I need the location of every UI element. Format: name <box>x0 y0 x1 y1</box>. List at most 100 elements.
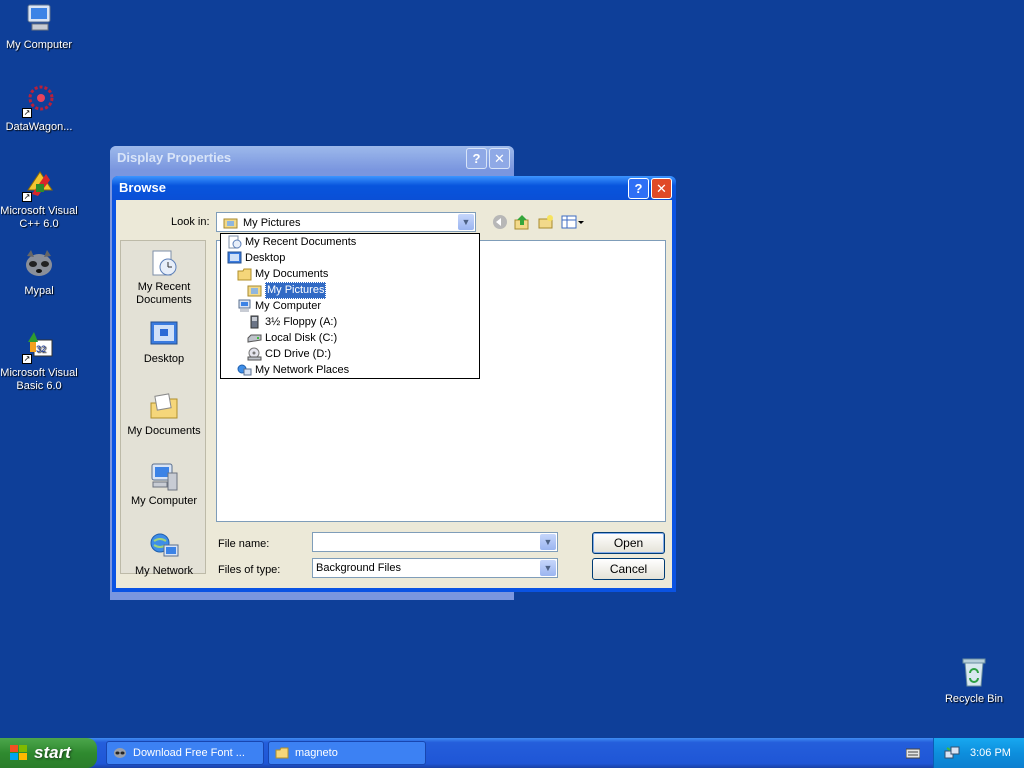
recent-documents-icon <box>148 247 180 279</box>
folder-icon <box>275 747 289 759</box>
place-label: Desktop <box>143 353 185 365</box>
task-button-magneto[interactable]: magneto <box>268 741 426 765</box>
place-label: My Network <box>134 565 194 577</box>
back-icon[interactable] <box>490 214 510 232</box>
visual-cpp-icon: ↗ <box>22 168 56 202</box>
desktop-icon-my-computer[interactable]: My Computer <box>0 2 78 52</box>
chevron-down-icon[interactable]: ▼ <box>540 560 556 576</box>
windows-flag-icon <box>10 745 27 760</box>
computer-icon <box>238 299 251 312</box>
taskbar: start Download Free Font ... magneto 3:0… <box>0 738 1024 768</box>
dropdown-item-label: My Documents <box>255 267 329 280</box>
place-label: My Recent Documents <box>136 281 192 306</box>
folder-icon <box>237 268 252 281</box>
dropdown-item-local-disk[interactable]: Local Disk (C:) <box>245 330 340 346</box>
svg-text:32: 32 <box>36 344 46 354</box>
place-label: My Documents <box>127 425 201 437</box>
desktop-icon-visual-basic[interactable]: 32 ↗ Microsoft Visual Basic 6.0 <box>0 330 78 393</box>
dropdown-item-my-documents[interactable]: My Documents <box>235 266 331 282</box>
floppy-icon <box>250 315 259 329</box>
browse-client-area: Look in: My Pictures ▼ My Recent Documen… <box>116 200 672 588</box>
desktop-icon-mypal[interactable]: Mypal <box>0 248 78 298</box>
dropdown-item-my-pictures[interactable]: My Pictures <box>245 281 329 299</box>
help-button[interactable]: ? <box>466 148 487 169</box>
start-button[interactable]: start <box>0 738 97 768</box>
dropdown-item-label: My Recent Documents <box>245 235 357 248</box>
close-button[interactable]: ✕ <box>651 178 672 199</box>
place-desktop[interactable]: Desktop <box>121 319 207 366</box>
files-of-type-value: Background Files <box>316 562 401 574</box>
dropdown-item-label: My Pictures <box>265 281 327 299</box>
places-bar: My Recent Documents Desktop My Documents… <box>120 240 207 577</box>
my-documents-icon <box>148 391 180 423</box>
place-my-network[interactable]: My Network <box>121 531 207 578</box>
my-network-icon <box>148 531 180 563</box>
close-button[interactable]: ✕ <box>489 148 510 169</box>
hard-disk-icon <box>247 334 262 343</box>
display-properties-titlebar[interactable]: Display Properties ? ✕ <box>110 146 514 170</box>
up-folder-icon[interactable] <box>512 214 532 232</box>
shortcut-arrow-icon: ↗ <box>22 108 32 118</box>
my-computer-icon <box>148 461 180 493</box>
dropdown-item-cd-drive[interactable]: CD Drive (D:) <box>245 346 334 362</box>
task-button-download-free-font[interactable]: Download Free Font ... <box>106 741 264 765</box>
dropdown-item-recent-documents[interactable]: My Recent Documents <box>225 234 359 250</box>
place-label: My Computer <box>130 495 198 507</box>
view-menu-icon[interactable] <box>560 214 586 232</box>
dropdown-item-floppy[interactable]: 3½ Floppy (A:) <box>245 314 340 330</box>
desktop-icon <box>227 251 242 264</box>
chevron-down-icon[interactable]: ▼ <box>540 534 556 550</box>
place-my-documents[interactable]: My Documents <box>121 391 207 438</box>
task-label: magneto <box>295 747 338 759</box>
files-of-type-combo[interactable]: Background Files ▼ <box>312 558 558 578</box>
keyboard-icon[interactable] <box>906 747 920 759</box>
recycle-bin-icon <box>957 656 991 690</box>
file-name-combo[interactable]: ▼ <box>312 532 558 552</box>
browse-dialog: Browse ? ✕ Look in: My Pictures ▼ My Rec… <box>112 176 676 592</box>
cancel-button[interactable]: Cancel <box>592 558 665 580</box>
pictures-folder-icon <box>247 285 262 297</box>
desktop-icon-label: Microsoft Visual C++ 6.0 <box>0 205 78 230</box>
dropdown-item-label: My Computer <box>255 299 322 312</box>
dropdown-item-label: Local Disk (C:) <box>265 331 338 344</box>
window-title: Browse <box>119 180 166 195</box>
shortcut-arrow-icon: ↗ <box>22 354 32 364</box>
files-of-type-label: Files of type: <box>218 564 281 576</box>
pictures-folder-icon <box>223 218 238 229</box>
start-label: start <box>34 743 71 762</box>
system-tray: 3:06 PM <box>933 738 1024 768</box>
desktop-icon-recycle-bin[interactable]: Recycle Bin <box>935 656 1013 706</box>
open-button[interactable]: Open <box>592 532 665 554</box>
desktop-icon-datawagon[interactable]: ↗ DataWagon... <box>0 84 78 134</box>
desktop-icon-label: DataWagon... <box>5 121 73 133</box>
shortcut-arrow-icon: ↗ <box>22 192 32 202</box>
look-in-dropdown-list[interactable]: My Recent Documents Desktop My Documents… <box>220 233 480 379</box>
mypal-icon <box>22 248 56 282</box>
raccoon-icon <box>114 748 126 758</box>
look-in-combo[interactable]: My Pictures ▼ <box>216 212 476 232</box>
browse-titlebar[interactable]: Browse ? ✕ <box>112 176 676 200</box>
network-status-icon[interactable] <box>944 745 960 761</box>
computer-icon <box>22 2 56 36</box>
dropdown-item-label: Desktop <box>245 251 286 264</box>
desktop-icon-label: Mypal <box>24 285 54 297</box>
dropdown-item-my-computer[interactable]: My Computer <box>235 298 324 314</box>
place-recent-documents[interactable]: My Recent Documents <box>121 247 207 307</box>
clock[interactable]: 3:06 PM <box>970 738 1011 768</box>
help-button[interactable]: ? <box>628 178 649 199</box>
desktop-icon-visual-cpp[interactable]: ↗ Microsoft Visual C++ 6.0 <box>0 168 78 231</box>
dropdown-item-label: My Network Places <box>255 363 350 376</box>
network-icon <box>237 364 252 376</box>
dropdown-item-network-places[interactable]: My Network Places <box>235 362 352 378</box>
chevron-down-icon[interactable]: ▼ <box>458 214 474 230</box>
visual-basic-icon: 32 ↗ <box>22 330 56 364</box>
dropdown-item-desktop[interactable]: Desktop <box>225 250 288 266</box>
recent-documents-icon <box>228 235 242 249</box>
dropdown-item-label: 3½ Floppy (A:) <box>265 315 338 328</box>
task-label: Download Free Font ... <box>133 747 245 759</box>
place-my-computer[interactable]: My Computer <box>121 461 207 508</box>
look-in-label: Look in: <box>171 216 210 228</box>
new-folder-icon[interactable] <box>536 214 556 232</box>
desktop-icon <box>148 319 180 351</box>
desktop-icon-label: Recycle Bin <box>944 693 1004 705</box>
